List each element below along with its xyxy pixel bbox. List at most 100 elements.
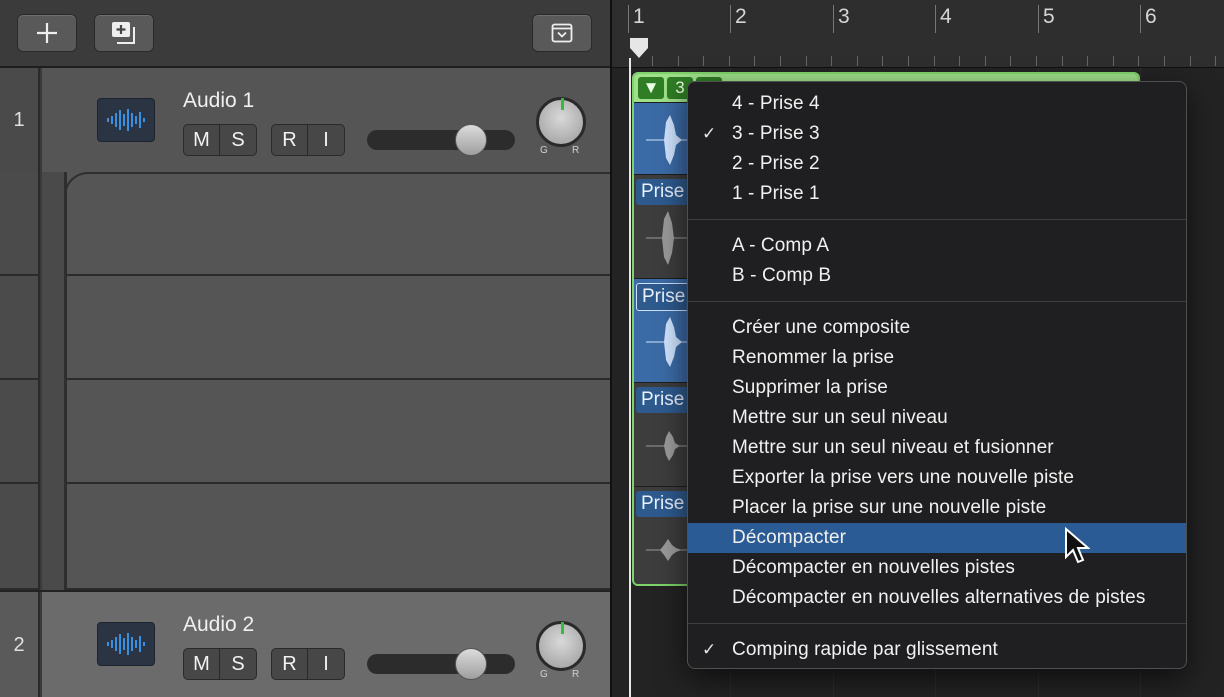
menu-item-label: 1 - Prise 1 — [732, 183, 820, 204]
knob-label-right: R — [572, 669, 580, 680]
volume-slider-handle[interactable] — [455, 124, 487, 156]
lane-body — [42, 380, 610, 484]
bar-ruler[interactable]: 1 2 3 4 5 6 — [612, 0, 1224, 68]
ruler-tick — [806, 56, 807, 66]
disclosure-triangle-icon[interactable]: ▼ — [638, 77, 664, 99]
menu-item-delete-take[interactable]: Supprimer la prise — [688, 373, 1186, 403]
take-label[interactable]: Prise — [636, 179, 690, 205]
mute-button[interactable]: M — [184, 649, 220, 679]
track-header-2[interactable]: 2 Audio 2 M S R I G R — [0, 590, 610, 697]
audio-waveform-icon[interactable] — [97, 622, 155, 666]
ruler-tick — [1215, 56, 1216, 66]
track-number: 2 — [0, 592, 40, 697]
tracks-toolbar — [0, 0, 610, 68]
menu-separator — [688, 301, 1186, 302]
ruler-tick — [882, 56, 883, 66]
ruler-tick — [780, 56, 781, 66]
track-name[interactable]: Audio 1 — [183, 89, 254, 113]
menu-item-label: Renommer la prise — [732, 347, 895, 368]
take-folder-context-menu: 4 - Prise 4 ✓ 3 - Prise 3 2 - Prise 2 1 -… — [687, 81, 1187, 669]
lane-body — [42, 484, 610, 590]
ruler-tick — [1036, 56, 1037, 66]
solo-button[interactable]: S — [220, 649, 256, 679]
menu-item-comp-a[interactable]: A - Comp A — [688, 231, 1186, 261]
lane-number-cell — [0, 380, 40, 484]
ruler-tick — [1062, 56, 1063, 66]
pan-knob[interactable] — [536, 97, 586, 147]
menu-item-unpack[interactable]: Décompacter — [688, 523, 1186, 553]
bar-number: 2 — [730, 5, 747, 33]
menu-item-export-take[interactable]: Exporter la prise vers une nouvelle pist… — [688, 463, 1186, 493]
take-label[interactable]: Prise — [636, 491, 690, 517]
ruler-tick — [959, 56, 960, 66]
lane-number-cell — [0, 172, 40, 276]
solo-button[interactable]: S — [220, 125, 256, 155]
input-monitor-button[interactable]: I — [308, 125, 344, 155]
bar-number: 1 — [628, 5, 645, 33]
menu-item-create-comp[interactable]: Créer une composite — [688, 313, 1186, 343]
menu-item-label: Décompacter en nouvelles pistes — [732, 557, 1015, 578]
menu-item-take-2[interactable]: 2 - Prise 2 — [688, 149, 1186, 179]
mute-solo-group: M S — [183, 124, 257, 156]
menu-item-take-4[interactable]: 4 - Prise 4 — [688, 89, 1186, 119]
menu-item-label: Décompacter — [732, 527, 847, 548]
playhead-line — [629, 58, 631, 697]
menu-item-quick-swipe[interactable]: ✓ Comping rapide par glissement — [688, 635, 1186, 665]
bar-number: 3 — [833, 5, 850, 33]
ruler-tick — [1087, 56, 1088, 66]
menu-item-take-3[interactable]: ✓ 3 - Prise 3 — [688, 119, 1186, 149]
menu-item-label: 3 - Prise 3 — [732, 123, 820, 144]
take-folder-rail — [64, 172, 67, 590]
menu-item-label: Comping rapide par glissement — [732, 639, 998, 660]
audio-waveform-icon[interactable] — [97, 98, 155, 142]
ruler-tick — [908, 56, 909, 66]
volume-slider[interactable] — [367, 648, 515, 680]
record-enable-button[interactable]: R — [272, 649, 308, 679]
track-number: 1 — [0, 68, 40, 172]
checkmark-icon: ✓ — [702, 640, 717, 659]
ruler-tick — [1164, 56, 1165, 66]
menu-item-move-take[interactable]: Placer la prise sur une nouvelle piste — [688, 493, 1186, 523]
menu-item-take-1[interactable]: 1 - Prise 1 — [688, 179, 1186, 209]
take-label-selected[interactable]: Prise — [636, 283, 692, 311]
input-monitor-button[interactable]: I — [308, 649, 344, 679]
take-folder-bracket — [64, 172, 610, 212]
take-label[interactable]: Prise — [636, 387, 690, 413]
add-track-button[interactable] — [17, 14, 77, 52]
record-input-group: R I — [271, 124, 345, 156]
menu-item-label: Exporter la prise vers une nouvelle pist… — [732, 467, 1075, 488]
window-icon — [551, 23, 573, 43]
mute-button[interactable]: M — [184, 125, 220, 155]
duplicate-track-icon — [112, 22, 135, 44]
track-header-1[interactable]: 1 Audio 1 M S R I G R — [0, 68, 610, 172]
mute-solo-group: M S — [183, 648, 257, 680]
take-lane — [0, 484, 610, 590]
ruler-tick — [831, 56, 832, 66]
volume-slider-handle[interactable] — [455, 648, 487, 680]
menu-item-rename-take[interactable]: Renommer la prise — [688, 343, 1186, 373]
menu-item-unpack-alternatives[interactable]: Décompacter en nouvelles alternatives de… — [688, 583, 1186, 613]
menu-item-unpack-new-tracks[interactable]: Décompacter en nouvelles pistes — [688, 553, 1186, 583]
global-tracks-toggle-button[interactable] — [532, 14, 592, 52]
volume-slider[interactable] — [367, 124, 515, 156]
pan-knob[interactable] — [536, 621, 586, 671]
playhead-icon[interactable] — [628, 38, 650, 58]
track-name[interactable]: Audio 2 — [183, 613, 254, 637]
ruler-tick — [1113, 56, 1114, 66]
menu-separator — [688, 623, 1186, 624]
menu-item-flatten-merge[interactable]: Mettre sur un seul niveau et fusionner — [688, 433, 1186, 463]
ruler-tick — [857, 56, 858, 66]
menu-item-label: Supprimer la prise — [732, 377, 888, 398]
menu-item-label: Mettre sur un seul niveau — [732, 407, 948, 428]
lane-number-cell — [0, 276, 40, 380]
lane-body — [42, 276, 610, 380]
menu-item-comp-b[interactable]: B - Comp B — [688, 261, 1186, 291]
menu-item-flatten[interactable]: Mettre sur un seul niveau — [688, 403, 1186, 433]
ruler-tick — [1190, 56, 1191, 66]
menu-item-label: B - Comp B — [732, 265, 832, 286]
duplicate-track-button[interactable] — [94, 14, 154, 52]
record-enable-button[interactable]: R — [272, 125, 308, 155]
menu-item-label: Mettre sur un seul niveau et fusionner — [732, 437, 1054, 458]
knob-label-left: G — [540, 145, 548, 156]
ruler-tick — [1138, 56, 1139, 66]
